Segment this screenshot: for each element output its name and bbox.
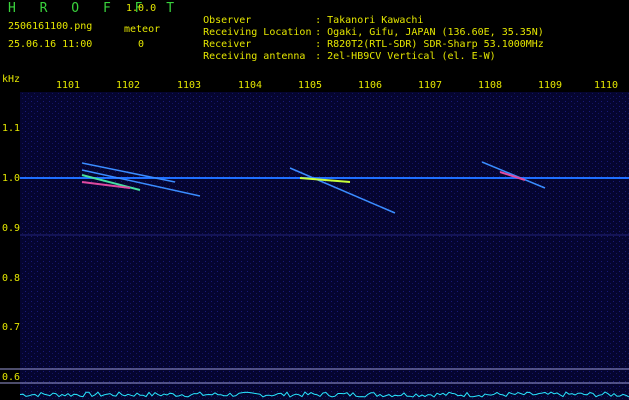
x-tick: 1103 bbox=[176, 80, 202, 91]
y-tick: 0.6 bbox=[2, 372, 21, 383]
x-tick: 1107 bbox=[417, 80, 443, 91]
x-tick: 1105 bbox=[297, 80, 323, 91]
x-tick: 1110 bbox=[593, 80, 619, 91]
x-tick: 1108 bbox=[477, 80, 503, 91]
y-tick: 0.9 bbox=[2, 223, 21, 234]
spectrogram bbox=[0, 92, 629, 400]
x-tick: 1104 bbox=[237, 80, 263, 91]
x-tick: 1106 bbox=[357, 80, 383, 91]
x-tick: 1101 bbox=[55, 80, 81, 91]
y-tick: 0.7 bbox=[2, 322, 21, 333]
x-tick: 1109 bbox=[537, 80, 563, 91]
y-tick: 1.0 bbox=[2, 173, 21, 184]
x-tick: 1102 bbox=[115, 80, 141, 91]
y-tick: 0.8 bbox=[2, 273, 21, 284]
y-tick: 1.1 bbox=[2, 123, 21, 134]
y-axis-unit: kHz bbox=[2, 74, 21, 85]
waterfall-area bbox=[20, 92, 629, 400]
